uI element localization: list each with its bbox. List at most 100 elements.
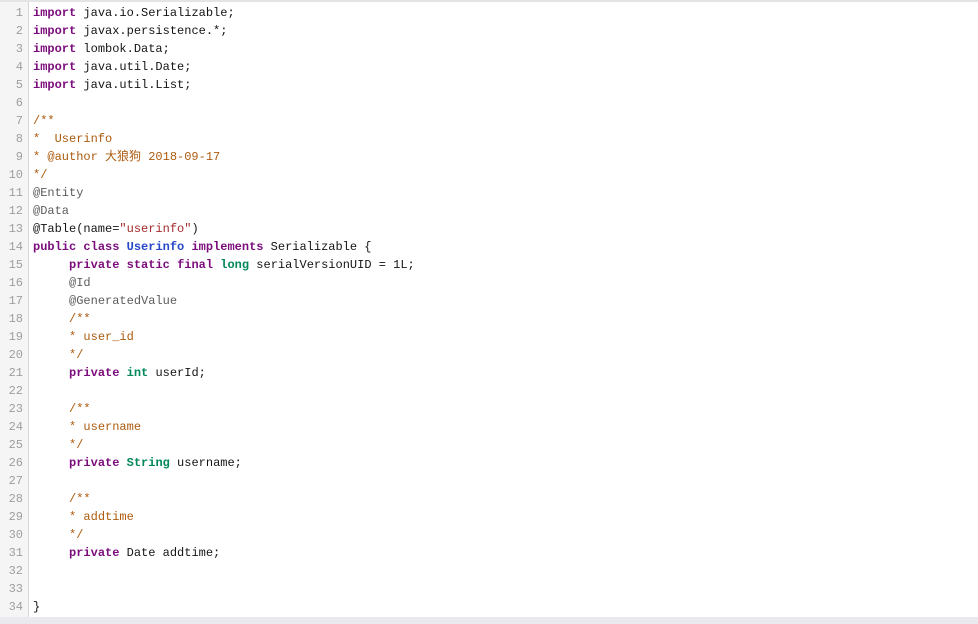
line-number: 21: [0, 364, 28, 382]
code-line[interactable]: 28 /**: [0, 490, 978, 508]
line-number: 12: [0, 202, 28, 220]
code-line[interactable]: 14public class Userinfo implements Seria…: [0, 238, 978, 256]
code-text: /**: [28, 490, 91, 508]
code-line[interactable]: 10*/: [0, 166, 978, 184]
line-number: 15: [0, 256, 28, 274]
code-text: private static final long serialVersionU…: [28, 256, 415, 274]
code-text: import lombok.Data;: [28, 40, 170, 58]
code-token: [33, 456, 69, 470]
code-editor: 1import java.io.Serializable;2import jav…: [0, 0, 978, 624]
code-text: [28, 580, 33, 598]
code-line[interactable]: 34}: [0, 598, 978, 616]
code-line[interactable]: 25 */: [0, 436, 978, 454]
code-line[interactable]: 18 /**: [0, 310, 978, 328]
code-text: private Date addtime;: [28, 544, 220, 562]
code-token: [33, 330, 69, 344]
code-token: [33, 402, 69, 416]
line-number: 34: [0, 598, 28, 616]
code-token: username;: [170, 456, 242, 470]
line-number: 5: [0, 76, 28, 94]
code-text: @Entity: [28, 184, 83, 202]
code-token: @Table(name=: [33, 222, 119, 236]
code-token: [33, 528, 69, 542]
code-line[interactable]: 16 @Id: [0, 274, 978, 292]
code-token: /**: [69, 312, 91, 326]
code-token: String: [127, 456, 170, 470]
code-text: import javax.persistence.*;: [28, 22, 227, 40]
line-number: 31: [0, 544, 28, 562]
code-line[interactable]: 32: [0, 562, 978, 580]
code-line[interactable]: 26 private String username;: [0, 454, 978, 472]
code-token: /**: [69, 402, 91, 416]
line-number: 8: [0, 130, 28, 148]
line-number: 32: [0, 562, 28, 580]
code-text: [28, 472, 33, 490]
line-number: 3: [0, 40, 28, 58]
code-token: private: [69, 366, 119, 380]
line-number: 17: [0, 292, 28, 310]
code-line[interactable]: 15 private static final long serialVersi…: [0, 256, 978, 274]
code-text: import java.io.Serializable;: [28, 4, 235, 22]
code-token: [119, 240, 126, 254]
code-token: * username: [69, 420, 141, 434]
line-number: 18: [0, 310, 28, 328]
code-text: */: [28, 166, 47, 184]
code-token: * @author 大狼狗 2018-09-17: [33, 150, 220, 164]
code-token: */: [33, 168, 47, 182]
code-token: long: [220, 258, 249, 272]
code-line[interactable]: 11@Entity: [0, 184, 978, 202]
code-text: * username: [28, 418, 141, 436]
code-line[interactable]: 12@Data: [0, 202, 978, 220]
code-token: class: [83, 240, 119, 254]
code-line[interactable]: 19 * user_id: [0, 328, 978, 346]
line-number: 22: [0, 382, 28, 400]
code-token: * addtime: [69, 510, 134, 524]
code-line[interactable]: 22: [0, 382, 978, 400]
code-token: @GeneratedValue: [69, 294, 177, 308]
code-line[interactable]: 1import java.io.Serializable;: [0, 4, 978, 22]
line-number: 7: [0, 112, 28, 130]
code-line[interactable]: 30 */: [0, 526, 978, 544]
line-number: 27: [0, 472, 28, 490]
code-line[interactable]: 27: [0, 472, 978, 490]
code-line[interactable]: 9* @author 大狼狗 2018-09-17: [0, 148, 978, 166]
horizontal-scrollbar[interactable]: [0, 617, 978, 624]
code-line[interactable]: 6: [0, 94, 978, 112]
code-text: * @author 大狼狗 2018-09-17: [28, 148, 220, 166]
code-token: [119, 456, 126, 470]
code-token: * user_id: [69, 330, 134, 344]
code-token: /**: [69, 492, 91, 506]
code-line[interactable]: 17 @GeneratedValue: [0, 292, 978, 310]
code-line[interactable]: 33: [0, 580, 978, 598]
code-token: [33, 420, 69, 434]
code-text: }: [28, 598, 40, 616]
code-line[interactable]: 7 /**: [0, 112, 978, 130]
code-token: Serializable {: [263, 240, 371, 254]
code-text: @GeneratedValue: [28, 292, 177, 310]
code-line[interactable]: 29 * addtime: [0, 508, 978, 526]
code-token: [33, 294, 69, 308]
line-number: 23: [0, 400, 28, 418]
code-line[interactable]: 20 */: [0, 346, 978, 364]
line-number: 30: [0, 526, 28, 544]
code-line[interactable]: 2import javax.persistence.*;: [0, 22, 978, 40]
code-line[interactable]: 4import java.util.Date;: [0, 58, 978, 76]
line-number: 20: [0, 346, 28, 364]
code-token: /**: [33, 114, 55, 128]
code-text: * Userinfo: [28, 130, 112, 148]
code-token: [33, 312, 69, 326]
code-line[interactable]: 21 private int userId;: [0, 364, 978, 382]
code-line[interactable]: 8 * Userinfo: [0, 130, 978, 148]
line-number: 29: [0, 508, 28, 526]
code-token: * Userinfo: [33, 132, 112, 146]
code-line[interactable]: 3import lombok.Data;: [0, 40, 978, 58]
code-token: implements: [191, 240, 263, 254]
code-line[interactable]: 31 private Date addtime;: [0, 544, 978, 562]
code-line[interactable]: 5import java.util.List;: [0, 76, 978, 94]
code-line[interactable]: 13@Table(name="userinfo"): [0, 220, 978, 238]
code-line[interactable]: 23 /**: [0, 400, 978, 418]
code-token: lombok.Data;: [76, 42, 170, 56]
code-text: import java.util.Date;: [28, 58, 191, 76]
code-text: * addtime: [28, 508, 134, 526]
code-line[interactable]: 24 * username: [0, 418, 978, 436]
